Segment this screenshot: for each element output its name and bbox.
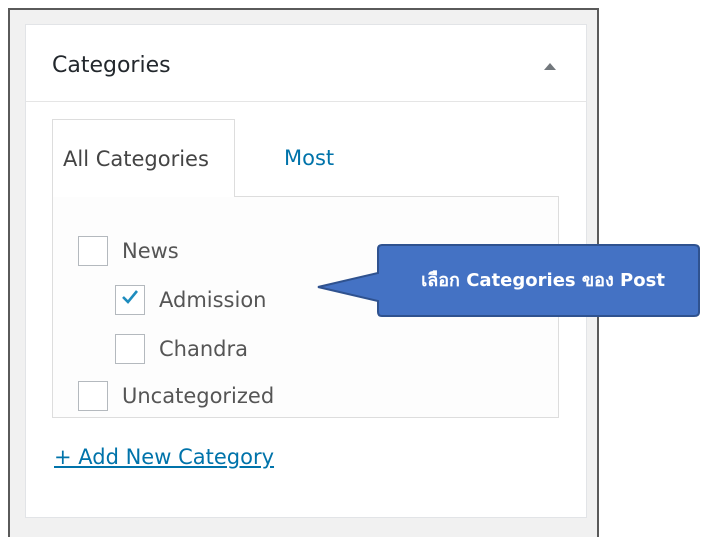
category-checkbox[interactable]: [115, 285, 145, 315]
annotation-callout: เลือก Categories ของ Post: [314, 243, 702, 318]
category-checkbox[interactable]: [78, 236, 108, 266]
category-label: Chandra: [159, 337, 248, 361]
category-item-admission[interactable]: Admission: [115, 284, 267, 316]
category-checkbox[interactable]: [115, 334, 145, 364]
category-label: Uncategorized: [122, 384, 275, 408]
add-new-category-link[interactable]: + Add New Category: [54, 445, 274, 469]
category-tabs: All Categories Most Used: [52, 119, 562, 248]
tab-most-used[interactable]: Most Used: [249, 119, 389, 248]
category-checkbox[interactable]: [78, 381, 108, 411]
tab-all-categories[interactable]: All Categories: [52, 119, 235, 197]
category-item-news[interactable]: News: [78, 235, 179, 267]
category-label: News: [122, 239, 179, 263]
metabox-title: Categories: [52, 53, 171, 78]
triangle-up-icon[interactable]: [544, 63, 556, 70]
callout-text: เลือก Categories ของ Post: [421, 270, 665, 291]
metabox-header[interactable]: Categories: [26, 25, 586, 102]
checkmark-icon: [122, 290, 139, 304]
category-label: Admission: [159, 288, 267, 312]
category-item-uncategorized[interactable]: Uncategorized: [78, 380, 274, 412]
category-item-chandra[interactable]: Chandra: [115, 333, 248, 365]
